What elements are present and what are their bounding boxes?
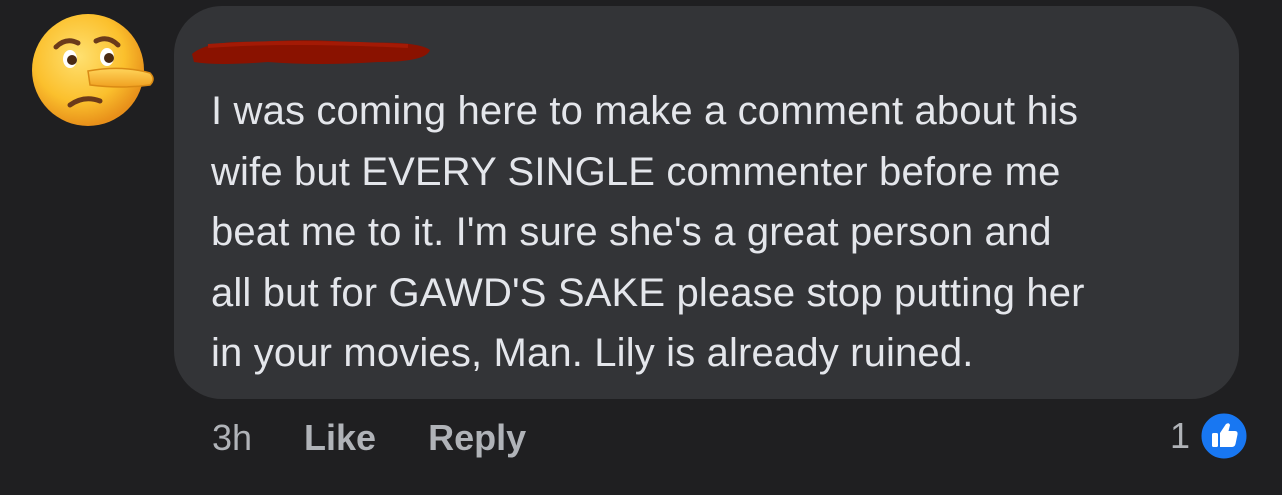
comment-timestamp[interactable]: 3h xyxy=(212,417,252,459)
reaction-count: 1 xyxy=(1169,415,1190,456)
comment-text: I was coming here to make a comment abou… xyxy=(211,89,1085,375)
author-name-redacted xyxy=(192,40,430,64)
reaction-summary[interactable]: 1 xyxy=(1170,411,1248,461)
reply-button[interactable]: Reply xyxy=(428,417,526,459)
lying-face-emoji-icon xyxy=(32,14,154,126)
like-button[interactable]: Like xyxy=(304,417,376,459)
comment-bubble: I was coming here to make a comment abou… xyxy=(174,6,1239,399)
comment: I was coming here to make a comment abou… xyxy=(0,0,1282,495)
comment-actions: 3h Like Reply xyxy=(212,414,526,462)
thumbs-up-icon xyxy=(1200,412,1248,460)
avatar[interactable] xyxy=(30,7,156,133)
